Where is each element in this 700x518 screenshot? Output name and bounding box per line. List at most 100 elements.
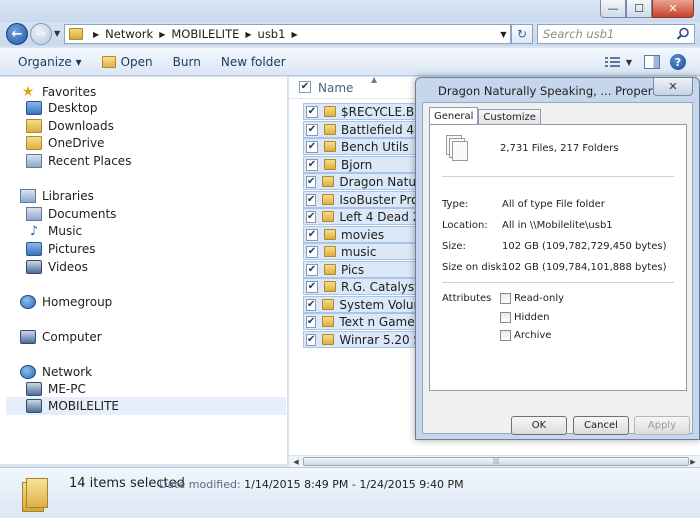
list-item[interactable]: ✔Dragon Naturally S [303, 173, 433, 190]
select-all-checkbox[interactable]: ✔ [299, 81, 311, 93]
multiple-folders-icon [22, 476, 48, 514]
column-name-header[interactable]: Name [318, 81, 353, 95]
ok-button[interactable]: OK [511, 416, 567, 435]
recent-pages-dropdown[interactable]: ▼ [54, 29, 60, 38]
computer-icon [26, 382, 42, 396]
list-item[interactable]: ✔ Bench Utils [303, 138, 433, 155]
apply-button[interactable]: Apply [634, 416, 690, 435]
nav-label: Documents [48, 207, 117, 221]
search-input[interactable]: Search usb1 [537, 24, 695, 44]
open-button[interactable]: Open [92, 55, 163, 69]
scroll-left-button[interactable]: ◀ [290, 456, 302, 467]
item-checkbox[interactable]: ✔ [306, 228, 318, 241]
organize-menu[interactable]: Organize ▾ [0, 55, 92, 69]
nav-libraries[interactable]: Libraries [20, 187, 94, 205]
item-checkbox[interactable]: ✔ [306, 105, 318, 118]
hidden-checkbox[interactable]: Hidden [500, 312, 549, 323]
nav-documents[interactable]: Documents [26, 205, 116, 223]
nav-me-pc[interactable]: ME-PC [26, 380, 86, 398]
breadcrumb-mobilelite[interactable]: MOBILELITE [171, 27, 239, 41]
address-row: ← → ▼ ▶ Network ▶ MOBILELITE ▶ usb1 ▶ ▼ … [0, 22, 700, 46]
item-checkbox[interactable]: ✔ [306, 333, 317, 346]
item-checkbox[interactable]: ✔ [306, 280, 318, 293]
checkbox-box[interactable] [500, 293, 511, 304]
nav-recent-places[interactable]: Recent Places [26, 152, 131, 170]
archive-checkbox[interactable]: Archive [500, 330, 551, 341]
nav-music[interactable]: ♪ Music [26, 222, 82, 240]
checkbox-box[interactable] [500, 312, 511, 323]
nav-network[interactable]: Network [20, 363, 92, 381]
horizontal-scrollbar[interactable]: ◀ ||| ▶ [289, 455, 700, 467]
nav-homegroup[interactable]: Homegroup [20, 293, 112, 311]
list-item[interactable]: ✔ Bjorn [303, 156, 433, 173]
list-item[interactable]: ✔ Text n Game pic [303, 313, 433, 330]
item-checkbox[interactable]: ✔ [306, 263, 318, 276]
item-checkbox[interactable]: ✔ [306, 315, 317, 328]
list-item[interactable]: ✔ music [303, 243, 433, 260]
desktop-icon [26, 101, 42, 115]
back-button[interactable]: ← [6, 23, 28, 45]
list-item[interactable]: ✔Winrar 5.20 Stable I [303, 331, 433, 348]
address-bar[interactable]: ▶ Network ▶ MOBILELITE ▶ usb1 ▶ [64, 24, 510, 44]
list-item[interactable]: ✔ Pics [303, 261, 433, 278]
folder-icon [324, 106, 336, 117]
item-checkbox[interactable]: ✔ [306, 210, 317, 223]
list-item[interactable]: ✔System Volume Info [303, 296, 433, 313]
view-options-dropdown[interactable]: ▼ [626, 58, 632, 67]
item-checkbox[interactable]: ✔ [306, 123, 318, 136]
nav-label: OneDrive [48, 136, 105, 150]
open-label: Open [120, 54, 153, 69]
list-item[interactable]: ✔ R.G. Catalyst [303, 278, 433, 295]
list-item[interactable]: ✔ Battlefield 4 [303, 121, 433, 138]
nav-videos[interactable]: Videos [26, 258, 88, 276]
item-checkbox[interactable]: ✔ [306, 245, 318, 258]
close-button[interactable]: ✕ [652, 0, 694, 18]
breadcrumb-separator[interactable]: ▶ [159, 30, 165, 39]
breadcrumb-usb1[interactable]: usb1 [258, 27, 286, 41]
list-item[interactable]: ✔Left 4 Dead 2 V2.0. [303, 208, 433, 225]
breadcrumb-separator[interactable]: ▶ [291, 30, 297, 39]
tab-general[interactable]: General [429, 107, 479, 125]
new-folder-button[interactable]: New folder [211, 55, 296, 69]
nav-onedrive[interactable]: OneDrive [26, 134, 104, 152]
item-checkbox[interactable]: ✔ [306, 175, 317, 188]
breadcrumb-separator[interactable]: ▶ [245, 30, 251, 39]
refresh-button[interactable]: ↻ [511, 24, 533, 44]
scroll-right-button[interactable]: ▶ [687, 456, 699, 467]
breadcrumb-separator[interactable]: ▶ [93, 30, 99, 39]
open-folder-icon [101, 55, 116, 68]
nav-downloads[interactable]: Downloads [26, 117, 114, 135]
tab-customize[interactable]: Customize [478, 109, 541, 125]
nav-computer[interactable]: Computer [20, 328, 102, 346]
item-checkbox[interactable]: ✔ [306, 193, 317, 206]
maximize-button[interactable]: ☐ [626, 0, 652, 18]
nav-mobilelite[interactable]: MOBILELITE [6, 397, 286, 415]
folder-icon [324, 141, 336, 152]
forward-button[interactable]: → [30, 23, 52, 45]
list-item[interactable]: ✔ $RECYCLE.BIN [303, 103, 433, 120]
help-icon[interactable]: ? [670, 54, 686, 70]
burn-button[interactable]: Burn [163, 55, 211, 69]
scrollbar-thumb[interactable]: ||| [303, 457, 689, 466]
change-view-icon[interactable] [604, 55, 622, 69]
item-checkbox[interactable]: ✔ [306, 140, 318, 153]
nav-pictures[interactable]: Pictures [26, 240, 96, 258]
item-checkbox[interactable]: ✔ [306, 298, 317, 311]
preview-pane-icon[interactable] [644, 55, 660, 69]
list-item[interactable]: ✔IsoBuster Pro 2.8 + [303, 191, 433, 208]
type-value: All of type File folder [502, 199, 605, 210]
dialog-close-button[interactable]: ✕ [653, 78, 693, 96]
address-history-dropdown[interactable]: ▼ [497, 24, 511, 44]
search-icon[interactable] [676, 27, 690, 41]
files-folders-count: 2,731 Files, 217 Folders [500, 143, 619, 154]
dialog-title: Dragon Naturally Speaking, ... Propertie… [438, 84, 674, 98]
breadcrumb-network[interactable]: Network [105, 27, 153, 41]
item-checkbox[interactable]: ✔ [306, 158, 318, 171]
checkbox-box[interactable] [500, 330, 511, 341]
readonly-checkbox[interactable]: Read-only [500, 293, 564, 304]
cancel-button[interactable]: Cancel [573, 416, 629, 435]
nav-desktop[interactable]: Desktop [26, 99, 98, 117]
minimize-button[interactable]: — [600, 0, 626, 18]
list-item[interactable]: ✔ movies [303, 226, 433, 243]
item-name: music [341, 244, 377, 259]
